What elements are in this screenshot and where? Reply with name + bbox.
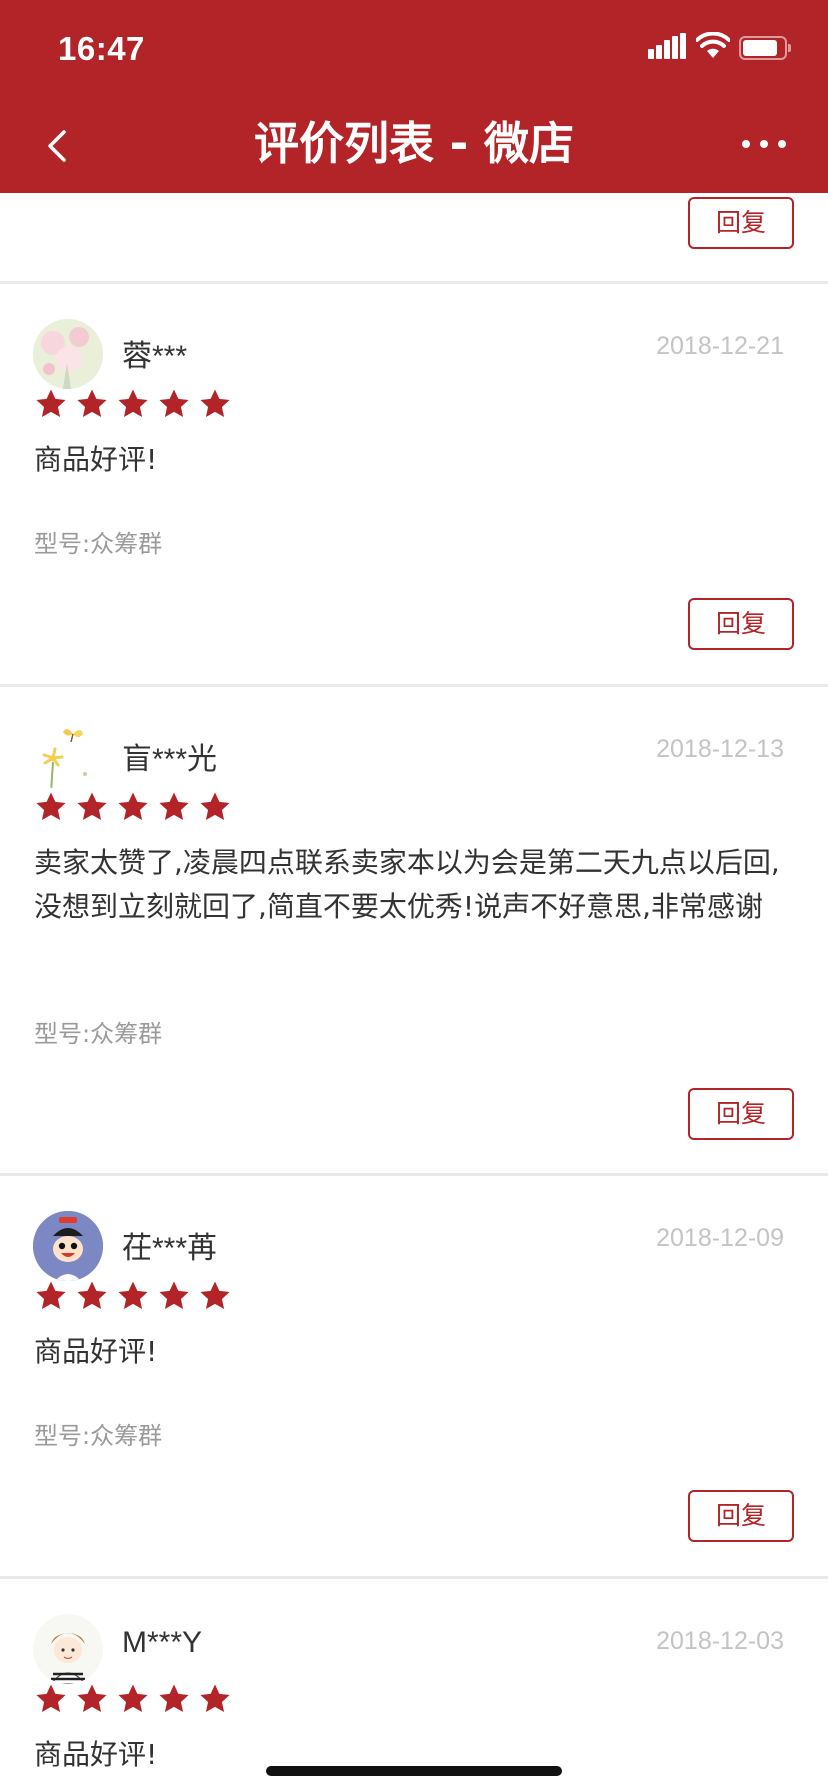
review-item: 盲***光 2018-12-13 卖家太赞了,凌晨四点联系卖家本以为会是第二天九…	[0, 687, 828, 1174]
star-icon	[34, 387, 68, 421]
star-rating	[34, 1279, 234, 1313]
review-item: 茌***苒 2018-12-09 商品好评! 型号:众筹群 回复	[0, 1176, 828, 1576]
star-icon	[157, 790, 191, 824]
review-date: 2018-12-21	[656, 332, 784, 360]
star-icon	[198, 790, 232, 824]
username: 盲***光	[122, 743, 218, 776]
reply-button[interactable]: 回复	[688, 598, 794, 650]
review-date: 2018-12-13	[656, 735, 784, 763]
star-icon	[198, 387, 232, 421]
review-date: 2018-12-03	[656, 1627, 784, 1655]
product-model: 型号:众筹群	[34, 1020, 163, 1048]
review-comment: 商品好评!	[34, 443, 158, 476]
blossom-avatar-icon	[33, 319, 103, 389]
star-icon	[75, 1682, 109, 1716]
star-icon	[34, 1279, 68, 1313]
star-icon	[116, 1279, 150, 1313]
home-indicator[interactable]	[266, 1766, 562, 1776]
star-icon	[116, 790, 150, 824]
review-item: 蓉*** 2018-12-21 商品好评! 型号:众筹群 回复	[0, 284, 828, 684]
star-icon	[75, 1279, 109, 1313]
avatar	[33, 319, 103, 389]
butterfly-flower-avatar-icon	[33, 722, 103, 792]
star-icon	[116, 1682, 150, 1716]
star-rating	[34, 790, 234, 824]
star-icon	[75, 387, 109, 421]
avatar	[33, 1614, 103, 1684]
star-icon	[157, 1682, 191, 1716]
review-comment: 商品好评!	[34, 1335, 158, 1368]
reply-button[interactable]: 回复	[688, 1088, 794, 1140]
star-icon	[116, 387, 150, 421]
star-rating	[34, 1682, 234, 1716]
product-model: 型号:众筹群	[34, 1422, 163, 1450]
product-model: 型号:众筹群	[34, 530, 163, 558]
avatar	[33, 1211, 103, 1281]
star-icon	[157, 387, 191, 421]
chevron-left-icon[interactable]	[40, 124, 76, 168]
battery-icon	[739, 36, 791, 60]
review-comment: 卖家太赞了,凌晨四点联系卖家本以为会是第二天九点以后回,没想到立刻就回了,简直不…	[34, 846, 780, 923]
reply-button[interactable]: 回复	[688, 1490, 794, 1542]
username: M***Y	[122, 1626, 203, 1659]
app-header: 16:47 评价列表 - 微店	[0, 0, 828, 193]
wifi-icon	[696, 32, 730, 58]
page-title: 评价列表 - 微店	[253, 117, 574, 170]
star-icon	[157, 1279, 191, 1313]
username: 蓉***	[122, 340, 188, 373]
review-comment: 商品好评!	[34, 1738, 158, 1771]
review-item: M***Y 2018-12-03 商品好评!	[0, 1579, 828, 1792]
avatar	[33, 722, 103, 792]
star-icon	[34, 1682, 68, 1716]
review-date: 2018-12-09	[656, 1224, 784, 1252]
star-icon	[75, 790, 109, 824]
username: 茌***苒	[122, 1232, 218, 1265]
star-icon	[198, 1682, 232, 1716]
star-icon	[198, 1279, 232, 1313]
sketch-boy-avatar-icon	[33, 1614, 103, 1684]
star-icon	[34, 790, 68, 824]
status-time: 16:47	[58, 30, 145, 67]
more-icon[interactable]	[742, 136, 786, 152]
reply-button[interactable]: 回复	[688, 197, 794, 249]
star-rating	[34, 387, 234, 421]
cartoon-boy-avatar-icon	[33, 1211, 103, 1281]
review-list: 回复 蓉*** 2018-12-21 商品好评! 型号:众筹群 回复 盲***光…	[0, 0, 828, 1792]
cellular-signal-icon	[648, 33, 686, 59]
